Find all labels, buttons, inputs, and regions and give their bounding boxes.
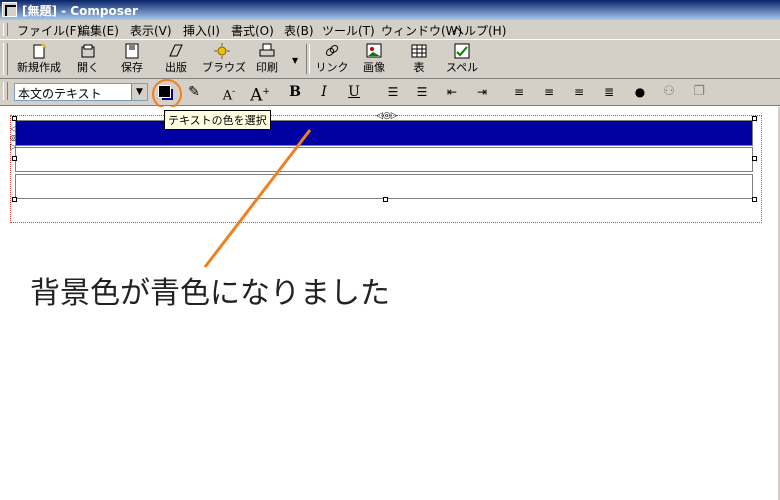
table-button[interactable]: 表 [399,43,439,77]
highlight-pen-icon[interactable]: ✎ [186,83,202,101]
menu-format[interactable]: 書式(O) [231,22,274,39]
justify-icon[interactable]: ≣ [601,83,617,101]
layer-icon[interactable]: ⚇ [661,83,677,101]
browse-sun-icon [213,43,231,59]
link-chain-icon [323,43,341,59]
browse-button[interactable]: ブラウズ [202,43,246,77]
align-center-icon[interactable]: ≡ [541,83,557,101]
format-toolbar: 本文のテキスト ▼ ✎ A- A+ B I U ☰ ☰ ⇤ ⇥ ≡ ≡ ≡ ≣ … [0,79,780,106]
numbered-list-icon[interactable]: ☰ [414,83,430,101]
save-disk-icon [123,43,141,59]
anchor-icon[interactable]: ● [632,83,648,101]
new-document-icon [30,43,48,59]
resize-handle[interactable] [752,116,757,121]
menu-file[interactable]: ファイル(F) [17,22,81,39]
format-toolbar-grip[interactable] [3,82,8,100]
italic-button[interactable]: I [316,83,332,101]
increase-font-size-button[interactable]: A+ [249,83,271,105]
bring-forward-icon[interactable]: ❐ [691,83,707,101]
tooltip: テキストの色を選択 [164,110,271,130]
resize-handle[interactable] [383,197,388,202]
menu-insert[interactable]: 挿入(I) [183,22,220,39]
publish-button[interactable]: 出版 [156,43,196,77]
resize-handle[interactable] [12,116,17,121]
indent-icon[interactable]: ⇥ [474,83,490,101]
menu-bar: ファイル(F) 編集(E) 表示(V) 挿入(I) 書式(O) 表(B) ツール… [0,20,780,39]
text-color-button[interactable] [152,79,182,109]
paragraph-style-select[interactable]: 本文のテキスト ▼ [14,83,148,101]
spell-button[interactable]: スペル [442,43,482,77]
resize-handle[interactable] [752,156,757,161]
table-row[interactable] [15,147,753,172]
resize-handle[interactable] [12,197,17,202]
printer-icon [258,43,276,59]
text-color-swatch [158,85,171,98]
menubar-grip[interactable] [3,23,8,36]
menu-edit[interactable]: 編集(E) [78,22,119,39]
menu-window[interactable]: ウィンドウ(W) [381,22,462,39]
table-icon [410,43,428,59]
row-resize-icon[interactable]: ◁◎▷ [9,124,18,151]
image-icon [365,43,383,59]
align-left-icon[interactable]: ≡ [511,83,527,101]
save-button[interactable]: 保存 [112,43,152,77]
toolbar-grip[interactable] [3,43,8,75]
composer-app-icon[interactable] [2,2,17,17]
chevron-down-icon[interactable]: ▼ [131,84,147,100]
align-right-icon[interactable]: ≡ [571,83,587,101]
resize-handle[interactable] [12,156,17,161]
column-resize-icon[interactable]: ◁◎▷ [376,112,398,121]
publish-icon [167,43,185,59]
new-button[interactable]: 新規作成 [15,43,63,77]
print-button[interactable]: 印刷 [247,43,287,77]
menu-help[interactable]: ヘルプ(H) [452,22,506,39]
table-row-blue[interactable] [15,120,753,146]
print-dropdown-arrow-icon[interactable]: ▼ [292,56,298,65]
annotation-text: 背景色が青色になりました [30,276,390,311]
spell-check-icon [453,43,471,59]
bullet-list-icon[interactable]: ☰ [385,83,401,101]
image-button[interactable]: 画像 [354,43,394,77]
menu-table[interactable]: 表(B) [284,22,314,39]
resize-handle[interactable] [752,197,757,202]
menu-view[interactable]: 表示(V) [130,22,172,39]
outdent-icon[interactable]: ⇤ [444,83,460,101]
window-title: [無題] - Composer [22,4,138,18]
toolbar-separator [306,44,310,74]
underline-button[interactable]: U [346,83,362,101]
bold-button[interactable]: B [287,83,303,101]
menu-tools[interactable]: ツール(T) [322,22,375,39]
title-bar: [無題] - Composer [0,0,780,20]
composition-toolbar: 新規作成 開く 保存 出版 ブラウズ 印刷 ▼ リンク 画像 表 スペル [0,39,780,79]
open-icon [79,43,97,59]
link-button[interactable]: リンク [312,43,352,77]
open-button[interactable]: 開く [68,43,108,77]
decrease-font-size-button[interactable]: A- [220,83,238,103]
table-row[interactable] [15,174,753,199]
